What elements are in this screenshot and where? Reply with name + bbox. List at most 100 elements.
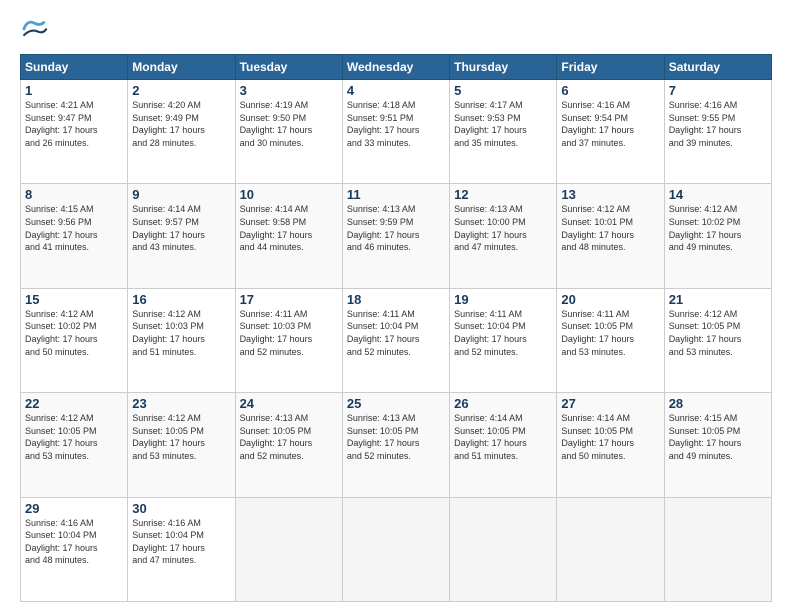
calendar-cell: 21Sunrise: 4:12 AM Sunset: 10:05 PM Dayl… [664, 288, 771, 392]
day-header-friday: Friday [557, 55, 664, 80]
day-header-thursday: Thursday [450, 55, 557, 80]
day-info: Sunrise: 4:12 AM Sunset: 10:01 PM Daylig… [561, 203, 659, 253]
day-number: 3 [240, 83, 338, 98]
day-number: 16 [132, 292, 230, 307]
day-header-wednesday: Wednesday [342, 55, 449, 80]
calendar-cell [557, 497, 664, 601]
calendar-cell: 23Sunrise: 4:12 AM Sunset: 10:05 PM Dayl… [128, 393, 235, 497]
day-info: Sunrise: 4:14 AM Sunset: 9:57 PM Dayligh… [132, 203, 230, 253]
day-number: 12 [454, 187, 552, 202]
calendar-week-4: 22 Sunrise: 4:12 AM Sunset: 10:05 PM Dayl… [21, 393, 772, 497]
day-number: 17 [240, 292, 338, 307]
calendar-cell: 15Sunrise: 4:12 AM Sunset: 10:02 PM Dayl… [21, 288, 128, 392]
calendar-cell: 19Sunrise: 4:11 AM Sunset: 10:04 PM Dayl… [450, 288, 557, 392]
day-header-saturday: Saturday [664, 55, 771, 80]
day-number: 13 [561, 187, 659, 202]
page: SundayMondayTuesdayWednesdayThursdayFrid… [0, 0, 792, 612]
day-info: Sunrise: 4:13 AM Sunset: 10:05 PM Daylig… [240, 412, 338, 462]
calendar-cell: 25Sunrise: 4:13 AM Sunset: 10:05 PM Dayl… [342, 393, 449, 497]
day-number: 2 [132, 83, 230, 98]
day-number: 14 [669, 187, 767, 202]
calendar-cell [450, 497, 557, 601]
day-number: 11 [347, 187, 445, 202]
day-info: Sunrise: 4:13 AM Sunset: 9:59 PM Dayligh… [347, 203, 445, 253]
calendar-cell: 14Sunrise: 4:12 AM Sunset: 10:02 PM Dayl… [664, 184, 771, 288]
day-number: 18 [347, 292, 445, 307]
day-info: Sunrise: 4:16 AM Sunset: 9:55 PM Dayligh… [669, 99, 767, 149]
calendar-cell [342, 497, 449, 601]
calendar-cell: 3Sunrise: 4:19 AM Sunset: 9:50 PM Daylig… [235, 80, 342, 184]
day-info: Sunrise: 4:12 AM Sunset: 10:02 PM Daylig… [25, 308, 123, 358]
day-info: Sunrise: 4:13 AM Sunset: 10:05 PM Daylig… [347, 412, 445, 462]
logo-icon [20, 16, 48, 44]
day-info: Sunrise: 4:19 AM Sunset: 9:50 PM Dayligh… [240, 99, 338, 149]
calendar-table: SundayMondayTuesdayWednesdayThursdayFrid… [20, 54, 772, 602]
day-info: Sunrise: 4:15 AM Sunset: 10:05 PM Daylig… [669, 412, 767, 462]
day-header-tuesday: Tuesday [235, 55, 342, 80]
calendar-cell: 16Sunrise: 4:12 AM Sunset: 10:03 PM Dayl… [128, 288, 235, 392]
day-number: 20 [561, 292, 659, 307]
day-info: Sunrise: 4:18 AM Sunset: 9:51 PM Dayligh… [347, 99, 445, 149]
day-number: 9 [132, 187, 230, 202]
day-info: Sunrise: 4:11 AM Sunset: 10:04 PM Daylig… [347, 308, 445, 358]
calendar-cell: 20Sunrise: 4:11 AM Sunset: 10:05 PM Dayl… [557, 288, 664, 392]
day-number: 22 [25, 396, 123, 411]
calendar-cell: 9Sunrise: 4:14 AM Sunset: 9:57 PM Daylig… [128, 184, 235, 288]
day-number: 5 [454, 83, 552, 98]
day-header-sunday: Sunday [21, 55, 128, 80]
calendar-cell: 10Sunrise: 4:14 AM Sunset: 9:58 PM Dayli… [235, 184, 342, 288]
day-info: Sunrise: 4:16 AM Sunset: 9:54 PM Dayligh… [561, 99, 659, 149]
calendar-body: 1Sunrise: 4:21 AM Sunset: 9:47 PM Daylig… [21, 80, 772, 602]
day-number: 30 [132, 501, 230, 516]
day-number: 23 [132, 396, 230, 411]
calendar-cell: 4Sunrise: 4:18 AM Sunset: 9:51 PM Daylig… [342, 80, 449, 184]
calendar-cell: 22Sunrise: 4:12 AM Sunset: 10:05 PM Dayl… [21, 393, 128, 497]
calendar-header: SundayMondayTuesdayWednesdayThursdayFrid… [21, 55, 772, 80]
day-info: Sunrise: 4:13 AM Sunset: 10:00 PM Daylig… [454, 203, 552, 253]
calendar-cell: 8Sunrise: 4:15 AM Sunset: 9:56 PM Daylig… [21, 184, 128, 288]
calendar-cell: 5Sunrise: 4:17 AM Sunset: 9:53 PM Daylig… [450, 80, 557, 184]
calendar-week-3: 15Sunrise: 4:12 AM Sunset: 10:02 PM Dayl… [21, 288, 772, 392]
day-info: Sunrise: 4:16 AM Sunset: 10:04 PM Daylig… [132, 517, 230, 567]
calendar-cell: 27Sunrise: 4:14 AM Sunset: 10:05 PM Dayl… [557, 393, 664, 497]
day-number: 4 [347, 83, 445, 98]
day-header-row: SundayMondayTuesdayWednesdayThursdayFrid… [21, 55, 772, 80]
day-info: Sunrise: 4:11 AM Sunset: 10:05 PM Daylig… [561, 308, 659, 358]
calendar-cell [235, 497, 342, 601]
day-number: 1 [25, 83, 123, 98]
day-info: Sunrise: 4:17 AM Sunset: 9:53 PM Dayligh… [454, 99, 552, 149]
day-number: 26 [454, 396, 552, 411]
day-info: Sunrise: 4:16 AM Sunset: 10:04 PM Daylig… [25, 517, 123, 567]
calendar-week-1: 1Sunrise: 4:21 AM Sunset: 9:47 PM Daylig… [21, 80, 772, 184]
day-info: Sunrise: 4:12 AM Sunset: 10:02 PM Daylig… [669, 203, 767, 253]
calendar-cell: 7Sunrise: 4:16 AM Sunset: 9:55 PM Daylig… [664, 80, 771, 184]
day-number: 6 [561, 83, 659, 98]
calendar-week-5: 29Sunrise: 4:16 AM Sunset: 10:04 PM Dayl… [21, 497, 772, 601]
day-info: Sunrise: 4:14 AM Sunset: 9:58 PM Dayligh… [240, 203, 338, 253]
day-number: 27 [561, 396, 659, 411]
calendar-cell: 24Sunrise: 4:13 AM Sunset: 10:05 PM Dayl… [235, 393, 342, 497]
day-number: 19 [454, 292, 552, 307]
day-number: 29 [25, 501, 123, 516]
calendar-cell: 1Sunrise: 4:21 AM Sunset: 9:47 PM Daylig… [21, 80, 128, 184]
calendar-cell: 29Sunrise: 4:16 AM Sunset: 10:04 PM Dayl… [21, 497, 128, 601]
day-number: 15 [25, 292, 123, 307]
day-number: 28 [669, 396, 767, 411]
day-info: Sunrise: 4:15 AM Sunset: 9:56 PM Dayligh… [25, 203, 123, 253]
day-number: 7 [669, 83, 767, 98]
day-number: 10 [240, 187, 338, 202]
day-info: Sunrise: 4:12 AM Sunset: 10:05 PM Daylig… [669, 308, 767, 358]
calendar-cell: 13Sunrise: 4:12 AM Sunset: 10:01 PM Dayl… [557, 184, 664, 288]
calendar-cell: 2Sunrise: 4:20 AM Sunset: 9:49 PM Daylig… [128, 80, 235, 184]
day-info: Sunrise: 4:12 AM Sunset: 10:05 PM Daylig… [132, 412, 230, 462]
calendar-cell: 18Sunrise: 4:11 AM Sunset: 10:04 PM Dayl… [342, 288, 449, 392]
day-number: 25 [347, 396, 445, 411]
calendar-cell: 30Sunrise: 4:16 AM Sunset: 10:04 PM Dayl… [128, 497, 235, 601]
day-info: Sunrise: 4:11 AM Sunset: 10:03 PM Daylig… [240, 308, 338, 358]
calendar-week-2: 8Sunrise: 4:15 AM Sunset: 9:56 PM Daylig… [21, 184, 772, 288]
day-info: Sunrise: 4:12 AM Sunset: 10:03 PM Daylig… [132, 308, 230, 358]
calendar-cell: 28Sunrise: 4:15 AM Sunset: 10:05 PM Dayl… [664, 393, 771, 497]
day-info: Sunrise: 4:14 AM Sunset: 10:05 PM Daylig… [454, 412, 552, 462]
calendar-cell: 17Sunrise: 4:11 AM Sunset: 10:03 PM Dayl… [235, 288, 342, 392]
day-number: 8 [25, 187, 123, 202]
